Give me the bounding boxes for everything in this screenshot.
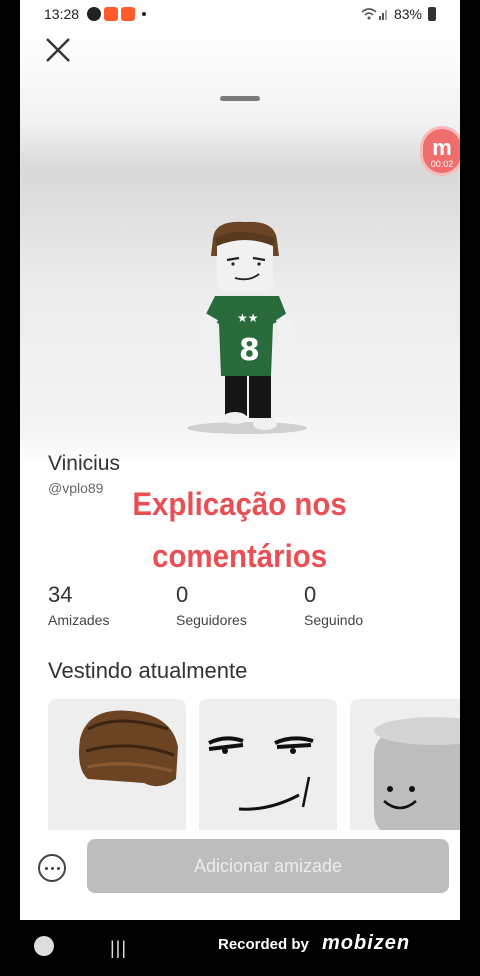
game-launcher-icon[interactable] (34, 936, 54, 956)
app-notification-icon (121, 7, 136, 21)
avatar-3d: ★★ 8 (187, 221, 307, 434)
status-time: 13:28 (44, 6, 80, 22)
notification-icons (87, 7, 147, 21)
stat-label: Seguidores (176, 612, 247, 628)
stat-value: 0 (176, 582, 189, 607)
stat-value: 34 (48, 582, 73, 607)
recent-apps-icon[interactable]: ||| (110, 938, 127, 959)
more-notifications-icon (142, 12, 147, 16)
more-options-icon[interactable] (38, 854, 66, 882)
item-hair[interactable] (48, 699, 186, 837)
head-icon (374, 717, 460, 837)
battery-icon (428, 7, 436, 21)
mobizen-logo-icon: m (432, 135, 452, 160)
battery-percent: 83% (393, 6, 422, 22)
wearing-section-title: Vestindo atualmente (48, 658, 248, 683)
app-notification-icon (104, 7, 119, 21)
wifi-signal-icon (361, 8, 387, 20)
overlay-caption: Explicação nos comentários (120, 478, 359, 582)
stat-label: Amizades (48, 612, 110, 628)
mobizen-notification-icon (87, 7, 102, 21)
display-name: Vinicius (48, 452, 120, 475)
stat-friends[interactable]: 34 Amizades (48, 582, 176, 628)
svg-text:8: 8 (239, 333, 260, 368)
stat-following[interactable]: 0 Seguindo (304, 582, 432, 628)
recording-timer: 00:02 (430, 159, 454, 169)
mobizen-watermark: mobizen (322, 932, 411, 954)
stat-value: 0 (304, 582, 317, 607)
stat-followers[interactable]: 0 Seguidores (176, 582, 304, 628)
status-bar: 13:28 83% (20, 0, 460, 28)
overlay-line-1: Explicação nos (132, 486, 347, 522)
stat-label: Seguindo (304, 612, 364, 628)
recording-badge[interactable]: m 00:02 (420, 126, 460, 176)
profile-sheet: m 00:02 ★★ 8 Vinicius @vplo89 Explicação… (20, 28, 460, 920)
drag-handle[interactable] (220, 96, 260, 101)
action-bar: Adicionar amizade (20, 830, 460, 920)
recorded-by-label: Recorded by (218, 936, 309, 953)
item-face[interactable] (199, 699, 337, 837)
overlay-line-2: comentários (152, 538, 328, 574)
svg-text:★★: ★★ (237, 311, 259, 325)
username-handle: @vplo89 (48, 480, 104, 496)
face-icon (208, 736, 314, 811)
add-friend-button[interactable]: Adicionar amizade (87, 839, 449, 893)
item-head[interactable] (350, 699, 460, 837)
wearing-items (48, 699, 460, 837)
profile-stats: 34 Amizades 0 Seguidores 0 Seguindo (48, 582, 432, 628)
hair-icon (79, 710, 178, 787)
status-right: 83% (360, 6, 436, 22)
system-nav-bar: ||| Recorded by mobizen (0, 920, 480, 976)
close-icon[interactable] (42, 34, 74, 66)
